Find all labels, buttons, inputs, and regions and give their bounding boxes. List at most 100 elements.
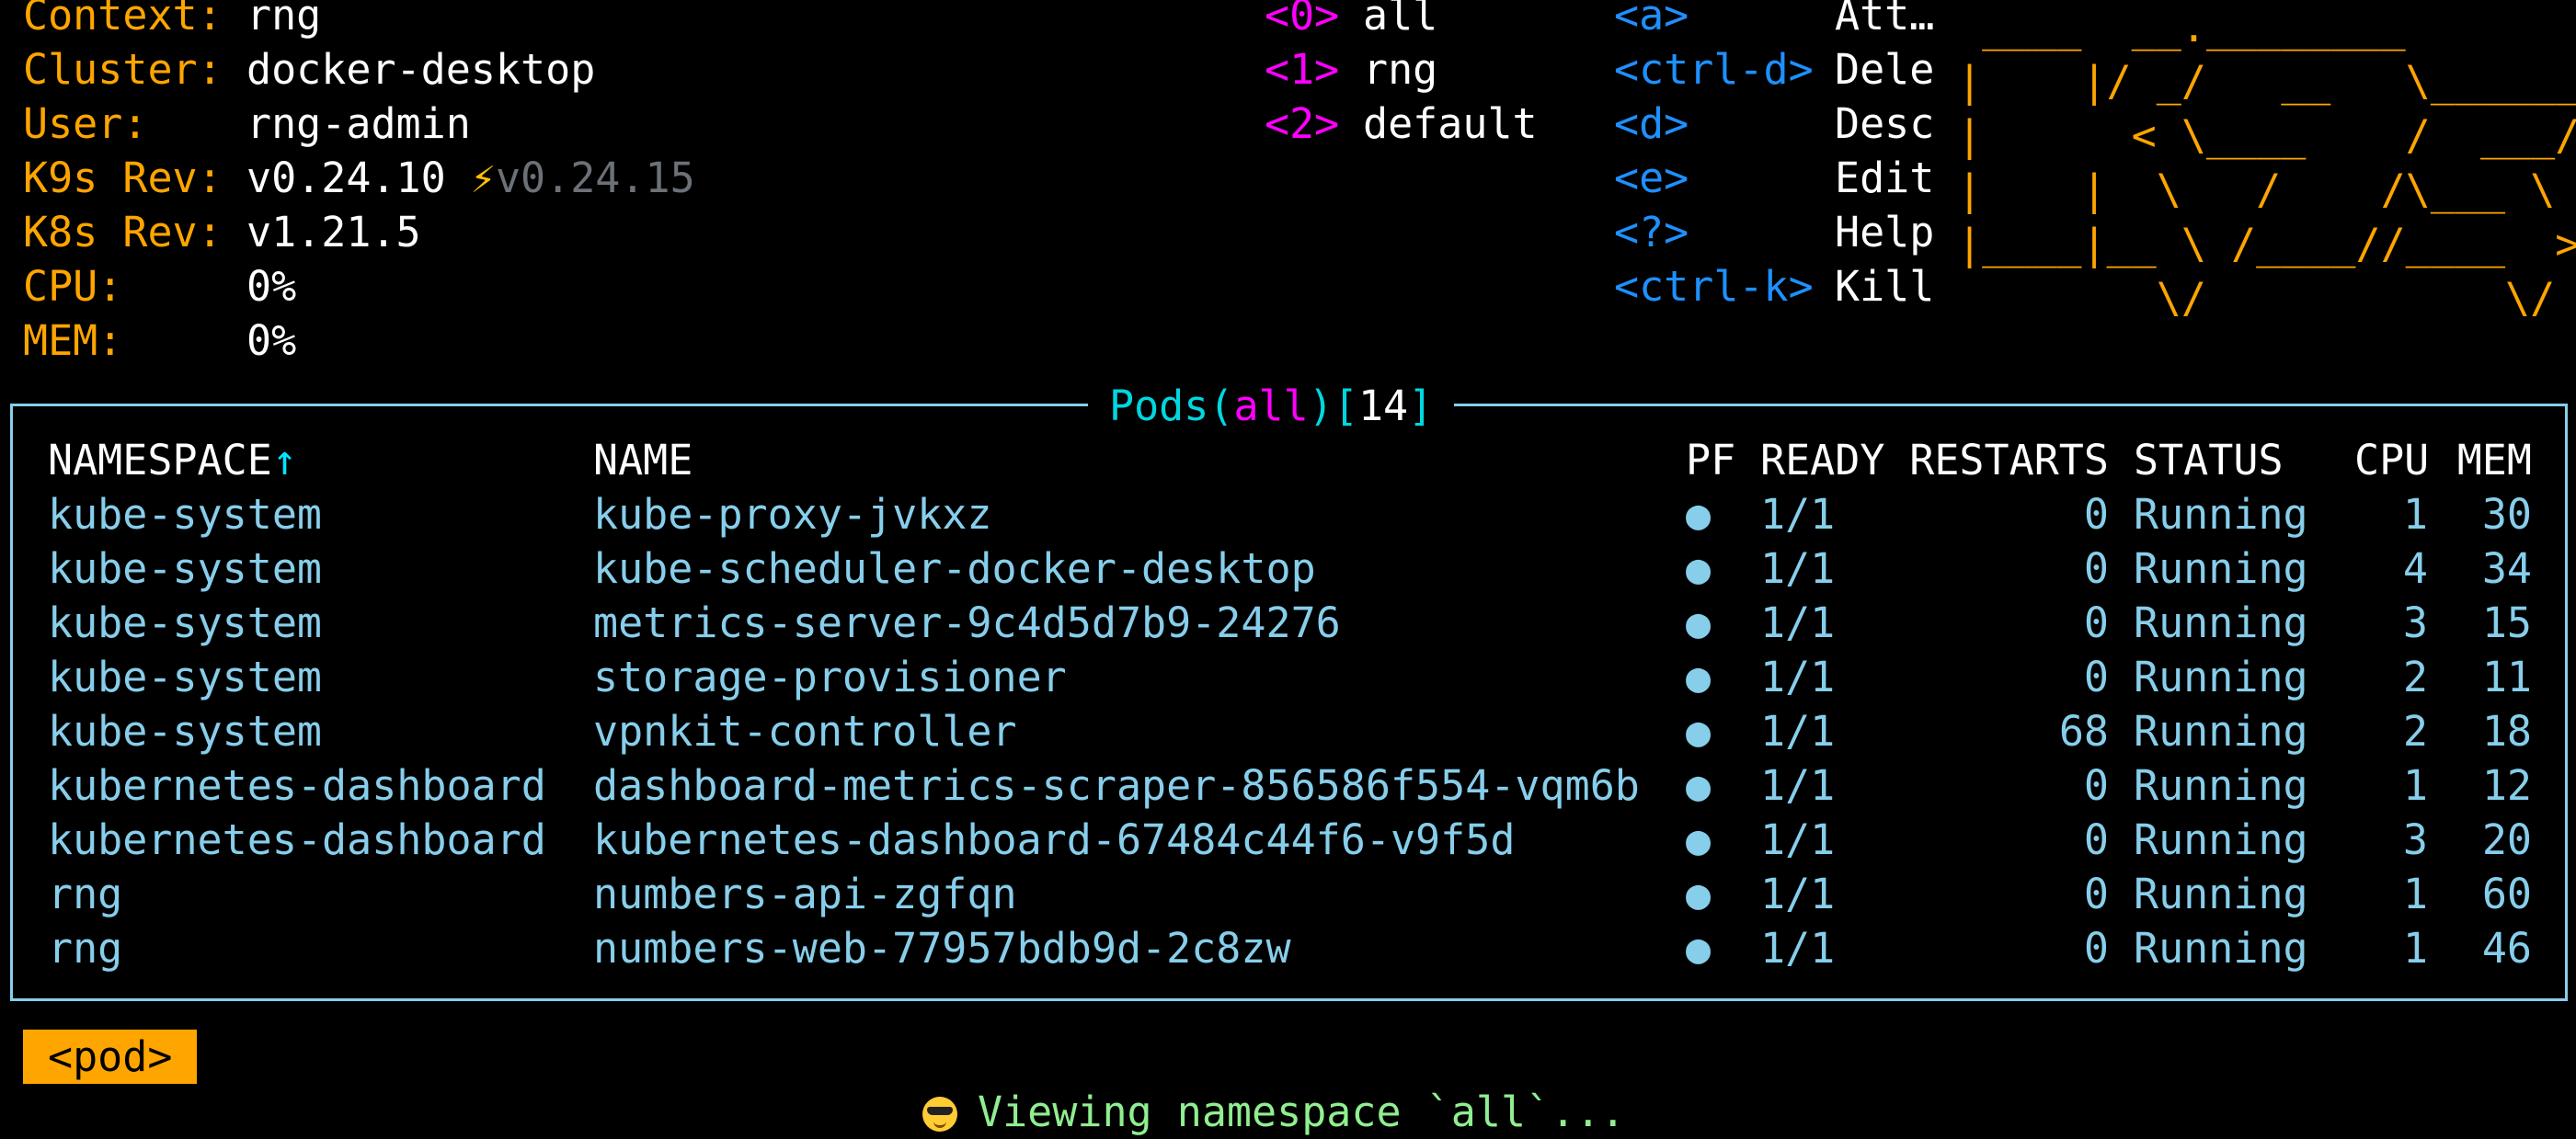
hotkey: <e> [1614, 154, 1689, 202]
info-value: v0.24.10 [246, 154, 446, 202]
cell-ready: 1/1 [1760, 707, 1836, 756]
cell-name: metrics-server-9c4d5d7b9-24276 [593, 598, 1341, 647]
paren-close: ) [1308, 382, 1334, 430]
cell-restarts: 68 [2058, 707, 2109, 756]
cell-status: Running [2134, 544, 2308, 593]
hint-label: Kill [1835, 262, 1935, 311]
cell-pf: ● [1686, 598, 1712, 647]
table-row[interactable]: kube-system kube-proxy-jvkxz ● 1/1 0 Run… [0, 487, 2576, 541]
cell-namespace: kube-system [48, 490, 323, 539]
info-mem: MEM: 0% [23, 313, 296, 368]
table-row[interactable]: kubernetes-dashboard kubernetes-dashboar… [0, 813, 2576, 867]
table-row[interactable]: rng numbers-api-zgfqn ● 1/1 0 Running 1 … [0, 867, 2576, 921]
table-row[interactable]: kube-system vpnkit-controller ● 1/1 68 R… [0, 704, 2576, 758]
cell-mem: 46 [2481, 924, 2532, 973]
cell-status: Running [2134, 707, 2308, 756]
flash-message: Viewing namespace `all`... [922, 1085, 1625, 1139]
hint-attach[interactable]: <a> Att… [1614, 0, 1934, 42]
paren-open: ( [1208, 382, 1234, 430]
cell-name: kube-proxy-jvkxz [593, 490, 992, 539]
hint-kill[interactable]: <ctrl-k> Kill [1614, 259, 1934, 313]
namespace-shortcut-default[interactable]: <2> default [1265, 97, 1538, 151]
info-value: 0% [246, 316, 297, 365]
cell-ready: 1/1 [1760, 544, 1836, 593]
table-row[interactable]: kube-system metrics-server-9c4d5d7b9-242… [0, 596, 2576, 650]
column-header-cpu[interactable]: CPU [2354, 433, 2429, 487]
cell-cpu: 2 [2402, 653, 2428, 701]
cell-ready: 1/1 [1760, 653, 1836, 701]
breadcrumb-pod[interactable]: <pod> [23, 1030, 198, 1084]
info-user: User: rng-admin [23, 97, 471, 151]
cell-name: numbers-web-77957bdb9d-2c8zw [593, 924, 1291, 973]
hint-help[interactable]: <?> Help [1614, 205, 1934, 259]
cell-mem: 18 [2481, 707, 2532, 756]
k9s-logo: ____ __.________ | |/ _/ __ \______ | < \… [1957, 0, 2576, 325]
column-header-name[interactable]: NAME [593, 433, 693, 487]
hotkey: <0> [1265, 0, 1340, 40]
namespace-label: rng [1363, 45, 1438, 94]
cell-namespace: rng [48, 924, 123, 973]
cell-pf: ● [1686, 490, 1712, 539]
logo-line: \/ \/ [1957, 274, 2576, 323]
column-header-mem[interactable]: MEM [2446, 433, 2532, 487]
cell-restarts: 0 [2083, 815, 2109, 864]
logo-line: | |/ _/ __ \______ [1957, 57, 2576, 106]
cell-cpu: 1 [2402, 870, 2428, 918]
table-row[interactable]: kube-system storage-provisioner ● 1/1 0 … [0, 650, 2576, 704]
hotkey: <a> [1614, 0, 1689, 40]
cell-ready: 1/1 [1760, 598, 1836, 647]
sort-arrow-icon: ↑ [271, 436, 297, 484]
info-label: Cluster: [23, 45, 223, 94]
cell-cpu: 2 [2402, 707, 2428, 756]
cell-mem: 15 [2481, 598, 2532, 647]
info-label: CPU: [23, 262, 123, 311]
cell-namespace: rng [48, 870, 123, 918]
cell-restarts: 0 [2083, 653, 2109, 701]
cell-status: Running [2134, 490, 2308, 539]
hint-delete[interactable]: <ctrl-d> Dele [1614, 42, 1934, 97]
hint-describe[interactable]: <d> Desc [1614, 97, 1934, 151]
namespace-shortcut-all[interactable]: <0> all [1265, 0, 1437, 42]
table-row[interactable]: rng numbers-web-77957bdb9d-2c8zw ● 1/1 0… [0, 921, 2576, 975]
namespace-shortcut-rng[interactable]: <1> rng [1265, 42, 1437, 97]
logo-line: | < \____ / ___/ [1957, 111, 2576, 160]
table-row[interactable]: kubernetes-dashboard dashboard-metrics-s… [0, 758, 2576, 813]
cell-ready: 1/1 [1760, 815, 1836, 864]
column-header-namespace[interactable]: NAMESPACE↑ [48, 433, 297, 487]
hint-label: Desc [1835, 99, 1935, 148]
hint-edit[interactable]: <e> Edit [1614, 151, 1934, 205]
cell-restarts: 0 [2083, 924, 2109, 973]
info-label: K8s Rev: [23, 208, 223, 256]
upgrade-version: v0.24.15 [495, 154, 695, 202]
cell-cpu: 1 [2402, 924, 2428, 973]
cell-mem: 60 [2481, 870, 2532, 918]
info-label: MEM: [23, 316, 123, 365]
column-header-pf[interactable]: PF [1686, 433, 1735, 487]
hint-label: Att… [1835, 0, 1935, 40]
table-row[interactable]: kube-system kube-scheduler-docker-deskto… [0, 541, 2576, 596]
cell-pf: ● [1686, 924, 1712, 973]
column-header-status[interactable]: STATUS [2134, 433, 2284, 487]
cell-cpu: 1 [2402, 490, 2428, 539]
hotkey: <ctrl-k> [1614, 262, 1814, 311]
cell-status: Running [2134, 815, 2308, 864]
cell-name: vpnkit-controller [593, 707, 1017, 756]
cell-status: Running [2134, 761, 2308, 810]
pod-count: 14 [1357, 382, 1409, 430]
cell-name: kube-scheduler-docker-desktop [593, 544, 1316, 593]
namespace-label: default [1363, 99, 1538, 148]
lightning-icon: ⚡ [470, 154, 496, 202]
info-value: 0% [246, 262, 297, 311]
cell-name: storage-provisioner [593, 653, 1067, 701]
column-header-restarts[interactable]: RESTARTS [1908, 433, 2109, 487]
column-header-ready[interactable]: READY [1760, 433, 1884, 487]
bracket-close: ] [1408, 382, 1434, 430]
cell-namespace: kube-system [48, 598, 323, 647]
cell-mem: 20 [2481, 815, 2532, 864]
logo-line: | | \ / /\___ \ [1957, 165, 2576, 214]
cell-pf: ● [1686, 707, 1712, 756]
info-context: Context: rng [23, 0, 321, 42]
cell-cpu: 3 [2402, 815, 2428, 864]
cell-namespace: kube-system [48, 544, 323, 593]
cell-ready: 1/1 [1760, 924, 1836, 973]
